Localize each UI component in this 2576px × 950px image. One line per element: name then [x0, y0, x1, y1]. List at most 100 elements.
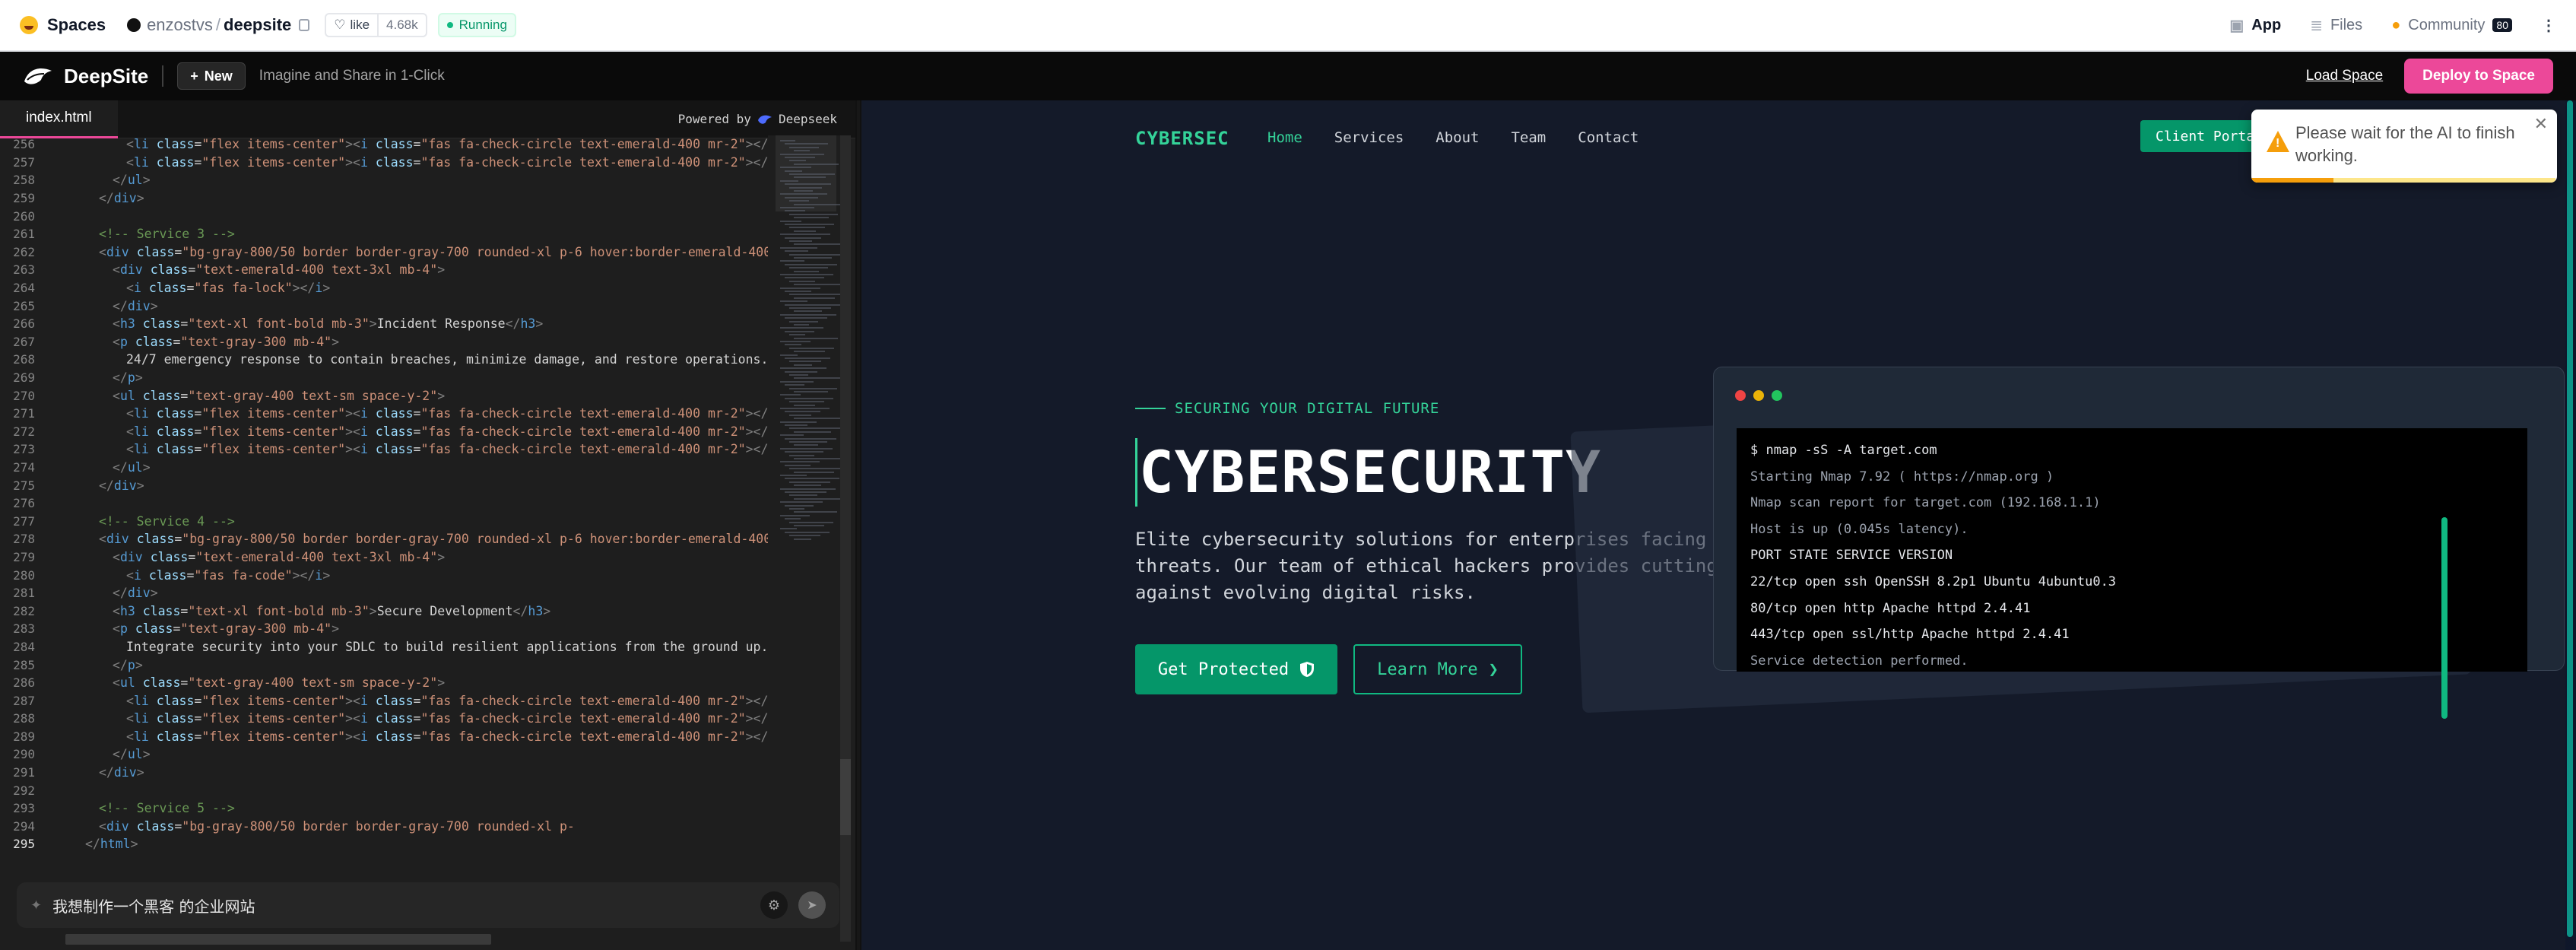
tab-index-html[interactable]: index.html — [0, 100, 118, 138]
prompt-input[interactable]: 我想制作一个黑客 的企业网站 — [52, 894, 750, 917]
preview-scroll-thumb[interactable] — [2567, 100, 2573, 937]
code-line[interactable]: 295 </html> — [0, 835, 768, 853]
code-line[interactable]: 260 — [0, 207, 768, 225]
preview-brand[interactable]: CYBERSEC — [1135, 128, 1229, 149]
nav-link-about[interactable]: About — [1436, 129, 1479, 146]
code-line[interactable]: 257 <li class="flex items-center"><i clas… — [0, 154, 768, 172]
code-line[interactable]: 286 <ul class="text-gray-400 text-sm spac… — [0, 674, 768, 692]
minimap[interactable] — [768, 135, 850, 942]
files-icon: ≣ — [2310, 17, 2323, 34]
code-line[interactable]: 288 <li class="flex items-center"><i clas… — [0, 710, 768, 728]
editor-vertical-scrollbar[interactable] — [840, 135, 851, 942]
code-line[interactable]: 289 <li class="flex items-center"><i clas… — [0, 728, 768, 746]
settings-gear-icon[interactable]: ⚙ — [760, 891, 788, 919]
code-text: <!-- Service 5 --> — [99, 801, 235, 816]
tab-community[interactable]: ● Community 80 — [2391, 17, 2512, 34]
new-button[interactable]: + New — [177, 62, 246, 90]
code-line[interactable]: 269 </p> — [0, 369, 768, 387]
minimap-line — [794, 257, 832, 259]
minimap-line — [789, 347, 834, 349]
code-line[interactable]: 259 </div> — [0, 189, 768, 208]
code-line[interactable]: 283 <p class="text-gray-300 mb-4"> — [0, 620, 768, 638]
send-icon[interactable]: ➤ — [798, 891, 826, 919]
minimap-line — [785, 157, 815, 158]
code-line[interactable]: 266 <h3 class="text-xl font-bold mb-3">In… — [0, 315, 768, 333]
owner-avatar[interactable] — [127, 18, 141, 32]
code-line[interactable]: 270 <ul class="text-gray-400 text-sm spac… — [0, 386, 768, 405]
code-text: <p class="text-gray-300 mb-4"> — [113, 621, 340, 637]
code-line[interactable]: 261 <!-- Service 3 --> — [0, 225, 768, 243]
code-line[interactable]: 258 </ul> — [0, 171, 768, 189]
like-button[interactable]: ♡ like 4.68k — [325, 13, 427, 37]
code-line[interactable]: 282 <h3 class="text-xl font-bold mb-3">Se… — [0, 602, 768, 620]
code-text: <div class="bg-gray-800/50 border border… — [99, 818, 575, 834]
copy-icon[interactable] — [299, 19, 310, 31]
minimap-line — [780, 140, 795, 141]
code-line[interactable]: 273 <li class="flex items-center"><i clas… — [0, 440, 768, 459]
tagline: Imagine and Share in 1-Click — [259, 68, 445, 84]
code-line[interactable]: 274 </ul> — [0, 459, 768, 477]
code-line[interactable]: 292 — [0, 781, 768, 799]
panel-resizer[interactable] — [855, 100, 861, 950]
code-line[interactable]: 275 </div> — [0, 476, 768, 494]
nav-link-team[interactable]: Team — [1511, 129, 1546, 146]
code-line[interactable]: 279 <div class="text-emerald-400 text-3xl… — [0, 548, 768, 567]
nav-link-services[interactable]: Services — [1334, 129, 1404, 146]
code-line[interactable]: 284 Integrate security into your SDLC to … — [0, 638, 768, 656]
code-line[interactable]: 264 <i class="fas fa-lock"></i> — [0, 279, 768, 297]
owner-link[interactable]: enzostvs — [147, 15, 213, 35]
code-line[interactable]: 262 <div class="bg-gray-800/50 border bor… — [0, 243, 768, 262]
minimap-line — [789, 200, 809, 202]
line-number: 289 — [13, 729, 35, 744]
code-line[interactable]: 265 </div> — [0, 297, 768, 315]
code-line[interactable]: 287 <li class="flex items-center"><i clas… — [0, 691, 768, 710]
tab-files[interactable]: ≣ Files — [2310, 16, 2362, 35]
code-line[interactable]: 294 <div class="bg-gray-800/50 border bor… — [0, 818, 768, 836]
minimap-line — [780, 234, 830, 236]
code-line[interactable]: 280 <i class="fas fa-code"></i> — [0, 566, 768, 584]
code-editor[interactable]: index.html Powered by Deepseek 256 <li cl… — [0, 100, 855, 950]
code-text: <div class="bg-gray-800/50 border border… — [99, 532, 768, 547]
preview-pane[interactable]: CYBERSEC Home Services About Team Contact Cl… — [861, 100, 2565, 950]
editor-horizontal-scrollbar[interactable] — [65, 934, 491, 945]
nav-link-home[interactable]: Home — [1267, 129, 1302, 146]
line-number: 284 — [13, 639, 35, 654]
minimap-line — [785, 464, 811, 466]
repo-link[interactable]: deepsite — [224, 15, 291, 35]
code-line[interactable]: 263 <div class="text-emerald-400 text-3xl… — [0, 261, 768, 279]
terminal-scrollbar[interactable] — [2441, 517, 2448, 719]
code-line[interactable]: 293 <!-- Service 5 --> — [0, 799, 768, 818]
tab-app[interactable]: ▣ App — [2229, 16, 2281, 35]
get-protected-button[interactable]: Get Protected — [1135, 644, 1337, 694]
code-text: <li class="flex items-center"><i class="… — [126, 424, 768, 439]
powered-by: Powered by Deepseek — [678, 112, 837, 126]
code-line[interactable]: 278 <div class="bg-gray-800/50 border bor… — [0, 530, 768, 548]
code-line[interactable]: 272 <li class="flex items-center"><i clas… — [0, 423, 768, 441]
code-line[interactable]: 256 <li class="flex items-center"><i clas… — [0, 135, 768, 154]
line-number: 285 — [13, 657, 35, 672]
code-line[interactable]: 290 </ul> — [0, 745, 768, 764]
code-line[interactable]: 271 <li class="flex items-center"><i clas… — [0, 405, 768, 423]
code-text: </p> — [113, 657, 143, 672]
warning-icon: ! — [2267, 131, 2289, 152]
learn-more-button[interactable]: Learn More ❯ — [1353, 644, 1522, 694]
code-line[interactable]: 267 <p class="text-gray-300 mb-4"> — [0, 333, 768, 351]
nav-link-contact[interactable]: Contact — [1578, 129, 1639, 146]
editor-scroll-thumb[interactable] — [840, 759, 851, 835]
deploy-button[interactable]: Deploy to Space — [2404, 59, 2553, 94]
load-space-link[interactable]: Load Space — [2306, 68, 2383, 84]
preview-scrollbar[interactable] — [2565, 100, 2576, 950]
code-line[interactable]: 268 24/7 emergency response to contain br… — [0, 351, 768, 369]
code-text: <ul class="text-gray-400 text-sm space-y… — [113, 388, 446, 403]
code-line[interactable]: 285 </p> — [0, 656, 768, 674]
code-line[interactable]: 291 </div> — [0, 764, 768, 782]
code-line[interactable]: 281 </div> — [0, 584, 768, 602]
code-line[interactable]: 276 — [0, 494, 768, 513]
terminal-line: Starting Nmap 7.92 ( https://nmap.org ) — [1750, 469, 2054, 485]
code-lines[interactable]: 256 <li class="flex items-center"><i clas… — [0, 135, 768, 896]
huggingface-logo-icon[interactable] — [20, 16, 38, 34]
code-line[interactable]: 277 <!-- Service 4 --> — [0, 512, 768, 530]
more-options-icon[interactable]: ⋮ — [2541, 16, 2556, 35]
close-icon[interactable]: ✕ — [2534, 114, 2548, 134]
spaces-link[interactable]: Spaces — [47, 15, 106, 35]
